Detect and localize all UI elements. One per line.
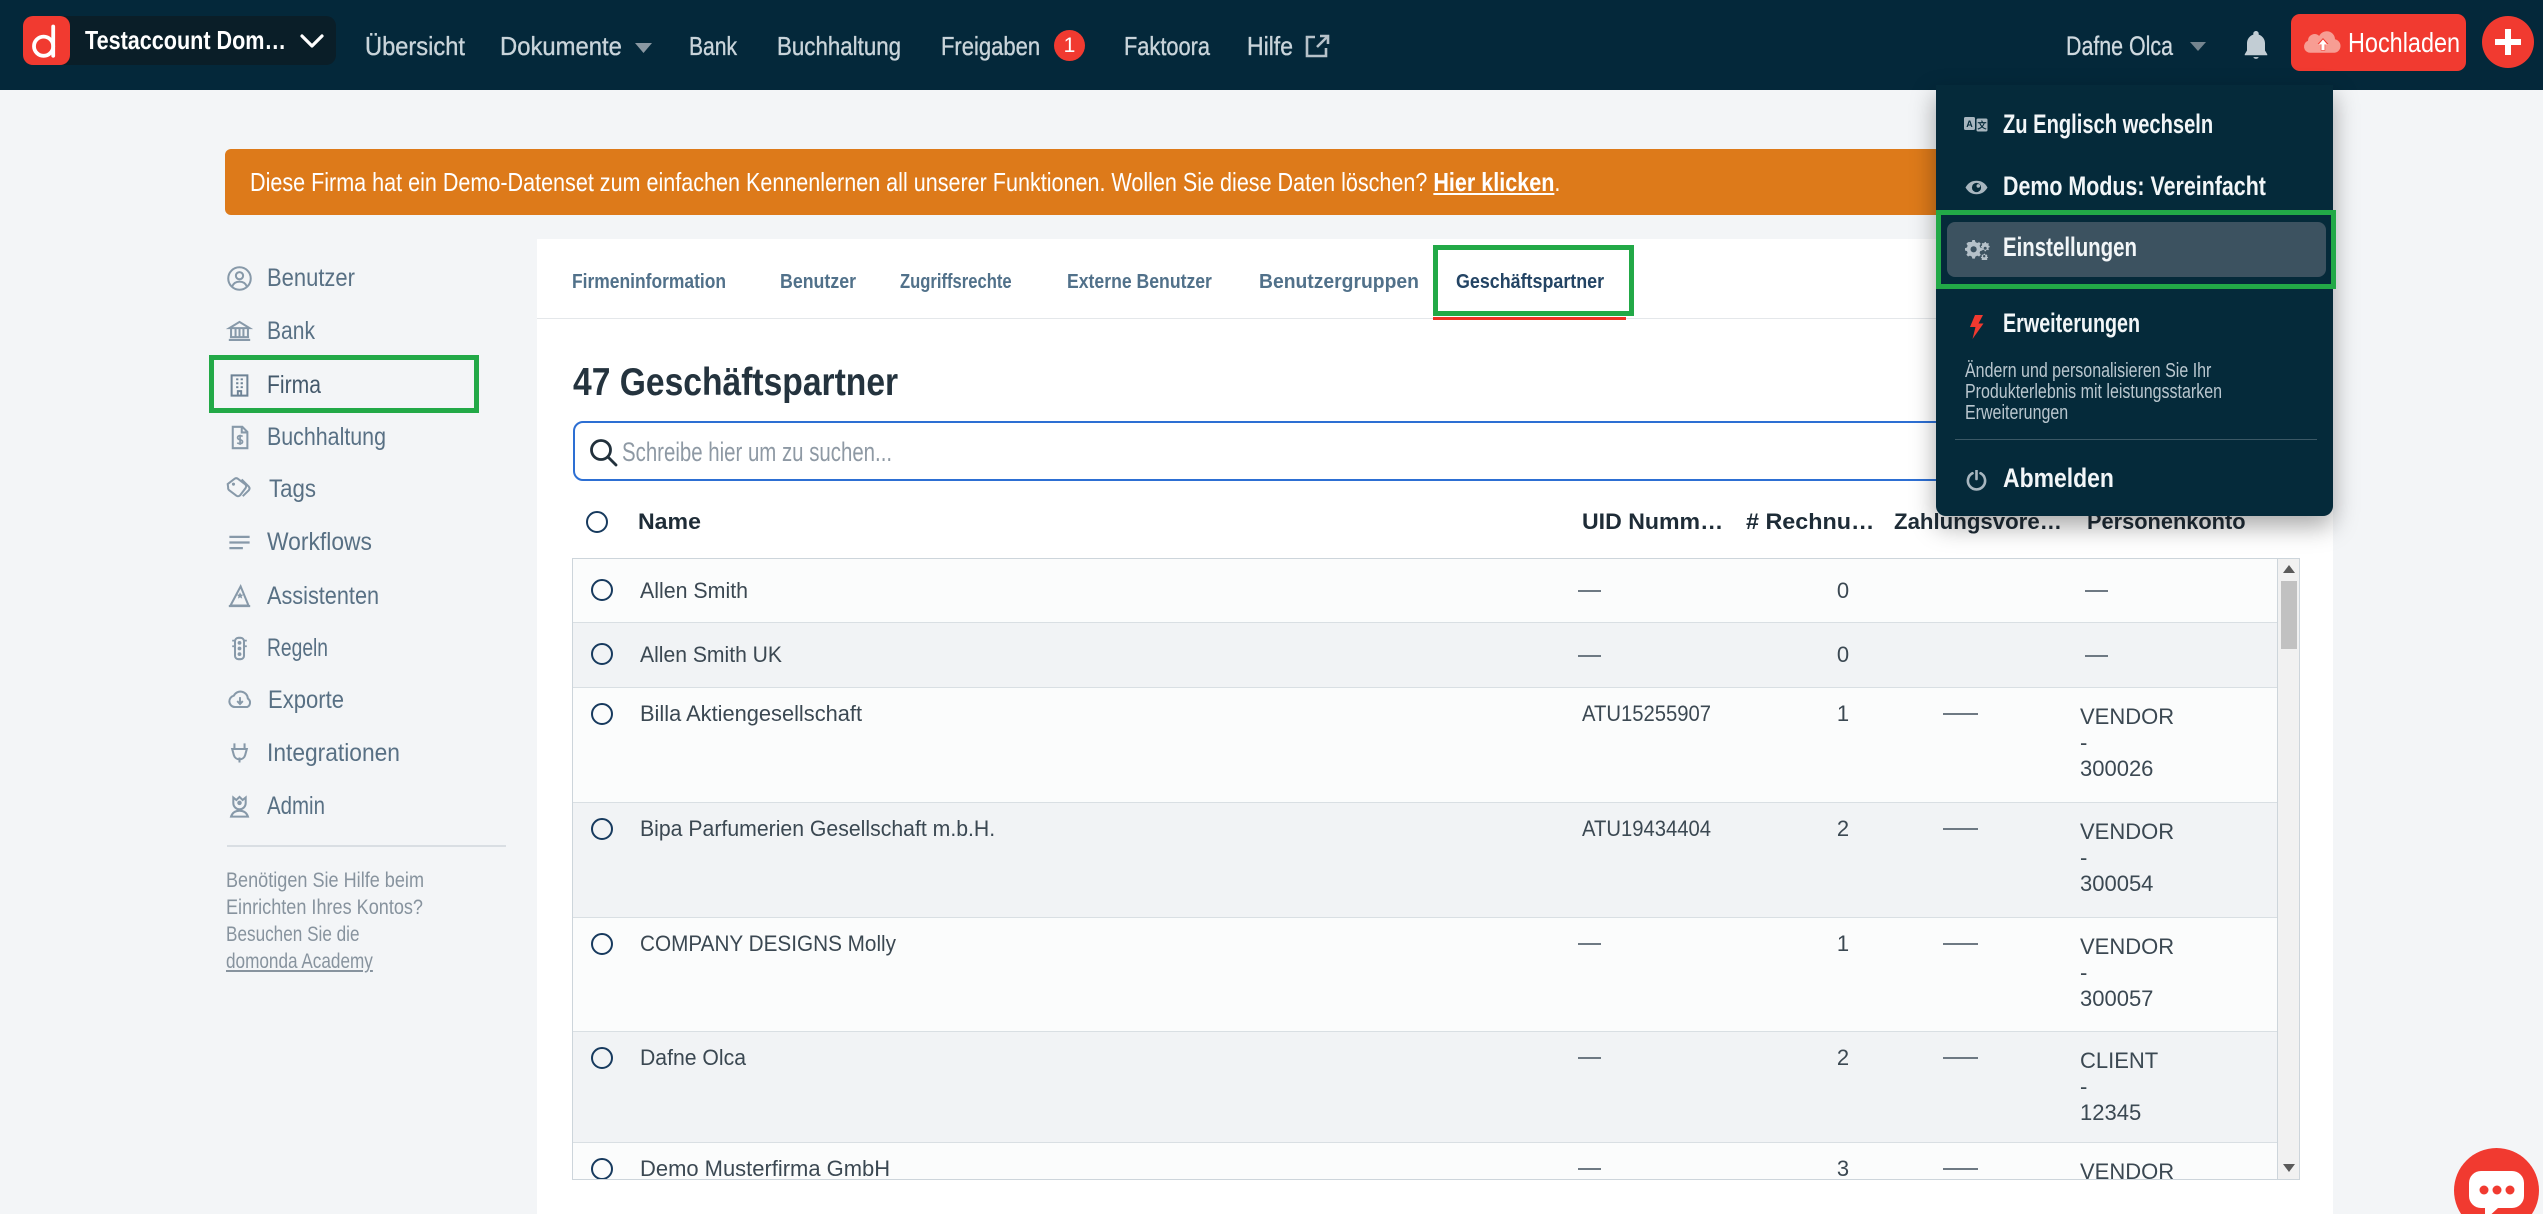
svg-text:文: 文 bbox=[1976, 120, 1987, 131]
svg-text:A: A bbox=[1966, 119, 1973, 129]
